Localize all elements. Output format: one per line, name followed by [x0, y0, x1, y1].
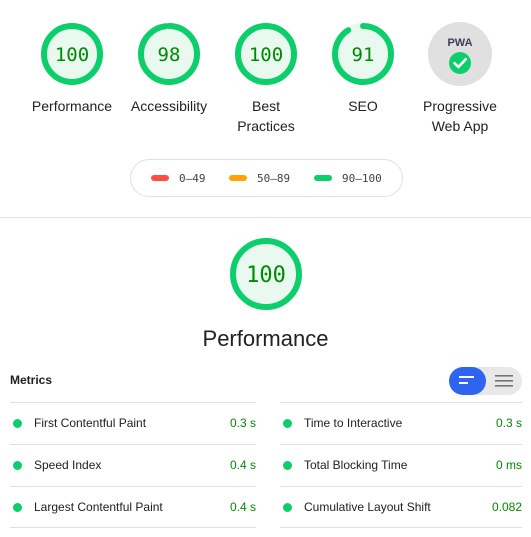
- metrics-heading: Metrics: [10, 373, 53, 387]
- legend-average-swatch: [229, 175, 247, 181]
- legend-pass-swatch: [314, 175, 332, 181]
- pass-indicator-icon: [13, 461, 22, 470]
- pass-indicator-icon: [13, 503, 22, 512]
- gauge-accessibility[interactable]: 98 Accessibility: [119, 22, 219, 116]
- metric-value: 0.3 s: [495, 416, 522, 430]
- metric-time-to-interactive[interactable]: Time to Interactive 0.3 s: [280, 402, 522, 444]
- gauge-performance[interactable]: 100 Performance: [22, 22, 122, 116]
- metric-value: 0.3 s: [229, 416, 256, 430]
- metric-value: 0.4 s: [229, 500, 256, 514]
- pwa-check-icon: [449, 52, 471, 74]
- score-ring: 100: [235, 23, 297, 85]
- metric-speed-index[interactable]: Speed Index 0.4 s: [10, 444, 256, 486]
- legend-item-pass: 90–100: [314, 160, 382, 196]
- metric-name: Speed Index: [34, 458, 102, 472]
- metric-value: 0 ms: [495, 458, 522, 472]
- metrics-view-toggle[interactable]: [449, 367, 522, 395]
- gauge-label: Accessibility: [130, 98, 208, 114]
- metric-name: Time to Interactive: [304, 416, 403, 430]
- expanded-view-icon: [494, 375, 513, 387]
- legend-text: 90–100: [342, 171, 382, 185]
- score-text: 100: [55, 44, 89, 66]
- metric-first-contentful-paint[interactable]: First Contentful Paint 0.3 s: [10, 402, 256, 444]
- score-ring: 100: [41, 23, 103, 85]
- performance-section-header: 100 Performance: [0, 237, 531, 353]
- pass-indicator-icon: [283, 503, 292, 512]
- legend-item-average: 50–89: [229, 160, 290, 196]
- gauge-label: Progressive Web App: [423, 98, 497, 134]
- metric-name: Total Blocking Time: [304, 458, 408, 472]
- pwa-logo: PWA: [447, 37, 472, 49]
- pwa-badge: PWA: [428, 22, 492, 86]
- metric-name: Cumulative Layout Shift: [304, 500, 431, 514]
- score-text: 98: [158, 44, 181, 66]
- performance-score-text: 100: [246, 263, 286, 288]
- expanded-view-button[interactable]: [486, 367, 523, 395]
- gauge-label: Performance: [31, 98, 113, 114]
- performance-score-ring: 100: [229, 238, 302, 310]
- score-legend: 0–49 50–89 90–100: [130, 159, 403, 197]
- metric-cumulative-layout-shift[interactable]: Cumulative Layout Shift 0.082: [280, 486, 522, 528]
- compact-view-button[interactable]: [449, 367, 486, 395]
- gauge-best-practices[interactable]: 100 Best Practices: [216, 22, 316, 136]
- score-ring: 91: [332, 23, 394, 85]
- score-text: 91: [352, 44, 375, 66]
- category-gauges: 100 Performance 98 Accessibility 100 Bes…: [0, 22, 531, 142]
- compact-view-icon: [459, 376, 475, 384]
- metric-name: Largest Contentful Paint: [34, 500, 163, 514]
- metric-largest-contentful-paint[interactable]: Largest Contentful Paint 0.4 s: [10, 486, 256, 528]
- score-text: 100: [249, 44, 283, 66]
- pass-indicator-icon: [283, 419, 292, 428]
- metric-total-blocking-time[interactable]: Total Blocking Time 0 ms: [280, 444, 522, 486]
- gauge-seo[interactable]: 91 SEO: [313, 22, 413, 116]
- pass-indicator-icon: [13, 419, 22, 428]
- metric-value: 0.4 s: [229, 458, 256, 472]
- performance-title: Performance: [202, 326, 329, 351]
- section-divider: [0, 217, 531, 218]
- gauge-pwa[interactable]: PWA Progressive Web App: [410, 22, 510, 136]
- gauge-label: SEO: [348, 98, 378, 114]
- metric-name: First Contentful Paint: [34, 416, 147, 430]
- legend-fail-swatch: [151, 175, 169, 181]
- score-ring: 98: [138, 23, 200, 85]
- pass-indicator-icon: [283, 461, 292, 470]
- gauge-label: Best Practices: [237, 98, 295, 134]
- legend-text: 0–49: [179, 171, 206, 185]
- metrics-column-left: First Contentful Paint 0.3 s Speed Index…: [10, 402, 256, 528]
- legend-text: 50–89: [257, 171, 291, 185]
- metric-value: 0.082: [491, 500, 522, 514]
- legend-item-fail: 0–49: [151, 160, 206, 196]
- metrics-column-right: Time to Interactive 0.3 s Total Blocking…: [280, 402, 522, 528]
